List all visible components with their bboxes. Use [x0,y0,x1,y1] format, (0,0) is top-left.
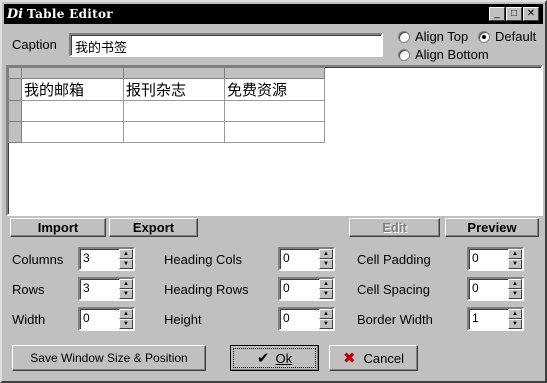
heading-rows-stepper[interactable]: 0 ▲ ▼ [278,277,335,301]
spin-down-icon[interactable]: ▼ [319,259,333,269]
export-button[interactable]: Export [109,218,198,237]
spin-up-icon[interactable]: ▲ [319,279,333,289]
spin-up-icon[interactable]: ▲ [319,309,333,319]
close-button[interactable]: ✕ [523,7,539,21]
spin-down-icon[interactable]: ▼ [119,289,133,299]
preview-button[interactable]: Preview [445,218,539,237]
check-icon: ✔ [256,350,270,367]
grid-cell[interactable] [224,121,325,143]
spin-down-icon[interactable]: ▼ [508,259,522,269]
spin-down-icon[interactable]: ▼ [508,289,522,299]
grid-row-header[interactable] [8,121,22,143]
cancel-button[interactable]: ✖ Cancel [329,345,418,371]
grid-table: 我的邮箱 报刊杂志 免费资源 [8,67,325,143]
spin-up-icon[interactable]: ▲ [319,249,333,259]
grid-cell[interactable]: 报刊杂志 [123,78,225,101]
spin-up-icon[interactable]: ▲ [508,279,522,289]
radio-align-bottom-indicator [398,48,410,61]
radio-default-label: Default [495,29,537,44]
grid-row-header[interactable] [8,100,22,122]
grid-cell[interactable] [224,100,325,122]
height-label: Height [164,312,202,327]
radio-default[interactable]: Default [478,29,536,44]
caption-input[interactable]: 我的书签 [69,33,383,57]
import-button[interactable]: Import [10,218,106,237]
border-width-label: Border Width [357,312,433,327]
spin-down-icon[interactable]: ▼ [508,319,522,329]
grid-cell[interactable] [21,121,124,143]
grid-row-header[interactable] [8,78,22,101]
grid-col-header[interactable] [21,67,124,79]
grid-row [8,100,325,122]
cell-padding-label: Cell Padding [357,252,431,267]
grid-cell[interactable]: 免费资源 [224,78,325,101]
app-logo-icon: Di [6,6,24,22]
cell-padding-stepper[interactable]: 0 ▲ ▼ [467,247,524,271]
table-editor-window: Di Table Editor _ □ ✕ Caption 我的书签 Align… [0,0,547,383]
grid-col-header[interactable] [123,67,225,79]
spin-down-icon[interactable]: ▼ [119,319,133,329]
maximize-button[interactable]: □ [506,7,522,21]
width-label: Width [12,312,46,327]
radio-align-top-label: Align Top [415,29,469,44]
spin-up-icon[interactable]: ▲ [508,249,522,259]
rows-stepper[interactable]: 3 ▲ ▼ [78,277,135,301]
window-title: Table Editor [27,7,113,21]
radio-align-bottom-label: Align Bottom [415,47,489,62]
grid-cell[interactable]: 我的邮箱 [21,78,124,101]
border-width-stepper[interactable]: 1 ▲ ▼ [467,307,524,331]
grid-cell[interactable] [21,100,124,122]
grid-cell[interactable] [123,121,225,143]
radio-default-indicator [478,30,490,43]
grid-row [8,121,325,143]
radio-align-top-indicator [398,30,410,43]
grid-row: 我的邮箱 报刊杂志 免费资源 [8,78,325,101]
heading-cols-stepper[interactable]: 0 ▲ ▼ [278,247,335,271]
heading-rows-label: Heading Rows [164,282,249,297]
cancel-x-icon: ✖ [342,350,356,367]
cancel-button-label: Cancel [363,350,405,366]
minimize-button[interactable]: _ [489,7,505,21]
save-window-size-button[interactable]: Save Window Size & Position [12,345,206,371]
radio-align-top[interactable]: Align Top [398,29,468,44]
grid-cell[interactable] [123,100,225,122]
spin-down-icon[interactable]: ▼ [119,259,133,269]
spin-up-icon[interactable]: ▲ [508,309,522,319]
grid-col-header[interactable] [224,67,325,79]
spin-up-icon[interactable]: ▲ [119,309,133,319]
caption-label: Caption [12,37,57,52]
ok-button-label: Ok [275,350,293,366]
table-grid[interactable]: 我的邮箱 报刊杂志 免费资源 [6,65,543,216]
spin-up-icon[interactable]: ▲ [119,279,133,289]
heading-cols-label: Heading Cols [164,252,243,267]
radio-align-bottom[interactable]: Align Bottom [398,47,489,62]
spin-up-icon[interactable]: ▲ [119,249,133,259]
rows-label: Rows [12,282,45,297]
cell-spacing-stepper[interactable]: 0 ▲ ▼ [467,277,524,301]
grid-corner-cell [8,67,22,79]
height-stepper[interactable]: 0 ▲ ▼ [278,307,335,331]
width-stepper[interactable]: 0 ▲ ▼ [78,307,135,331]
ok-button[interactable]: ✔ Ok [230,345,319,371]
edit-button[interactable]: Edit [349,218,440,237]
columns-stepper[interactable]: 3 ▲ ▼ [78,247,135,271]
ok-button-focus: ✔ Ok [233,348,316,368]
columns-label: Columns [12,252,64,267]
grid-header-row [8,67,325,79]
spin-down-icon[interactable]: ▼ [319,289,333,299]
cell-spacing-label: Cell Spacing [357,282,430,297]
title-bar[interactable]: Di Table Editor _ □ ✕ [4,4,543,24]
spin-down-icon[interactable]: ▼ [319,319,333,329]
